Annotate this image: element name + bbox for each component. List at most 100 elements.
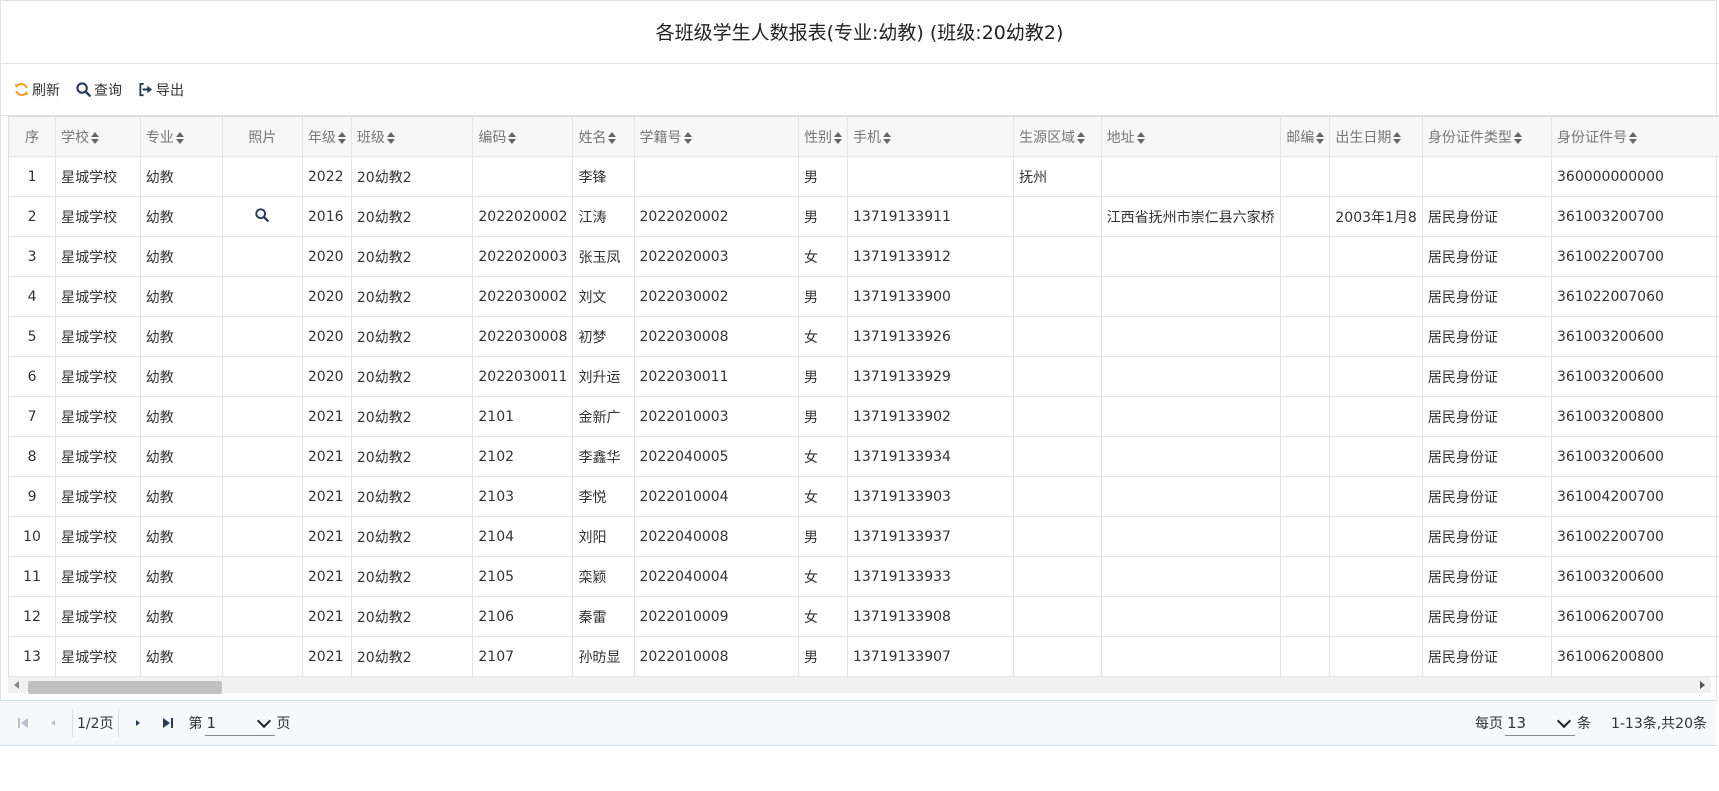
cell-major: 幼教 xyxy=(140,436,223,477)
cell-seq: 2 xyxy=(9,196,57,237)
cell-seq-text: 13 xyxy=(23,648,41,665)
cell-address xyxy=(1101,636,1282,677)
table-row[interactable]: 13 星城学校 幼教 2021 20幼教2 2107 孙昉显 2022010008 男 13719… xyxy=(9,636,1719,677)
cell-seq: 7 xyxy=(9,396,57,437)
cell-school: 星城学校 xyxy=(55,236,141,277)
cell-code: 2022020003 xyxy=(472,236,574,277)
col-header-id-type[interactable]: 身份证件类型 xyxy=(1422,116,1553,157)
page-size-select[interactable]: 13 xyxy=(1504,710,1575,736)
cell-gender: 男 xyxy=(798,636,848,677)
cell-phone: 13719133907 xyxy=(847,636,1015,677)
sort-icon[interactable] xyxy=(175,131,184,144)
cell-school: 星城学校 xyxy=(55,396,141,437)
sort-icon[interactable] xyxy=(386,131,395,144)
sort-icon[interactable] xyxy=(1629,131,1637,144)
col-header-grade[interactable]: 年级 xyxy=(302,116,352,157)
sort-icon[interactable] xyxy=(1077,131,1086,144)
table-row[interactable]: 4 星城学校 幼教 2020 20幼教2 2022030002 刘文 2022030002 男 1… xyxy=(9,276,1719,317)
record-summary: 1-13条,共20条 xyxy=(1610,716,1707,732)
sort-icon[interactable] xyxy=(608,131,617,144)
table-row[interactable]: 10 星城学校 幼教 2021 20幼教2 2104 刘阳 2022040008 男 137191… xyxy=(9,516,1719,557)
sort-icon[interactable] xyxy=(508,131,517,144)
cell-name: 李悦 xyxy=(572,476,635,517)
sort-icon[interactable] xyxy=(833,131,842,144)
refresh-button[interactable]: 刷新 xyxy=(14,80,60,100)
query-button[interactable]: 查询 xyxy=(76,80,122,100)
cell-birth-text: 2003年1月8 xyxy=(1335,209,1417,226)
col-header-major[interactable]: 专业 xyxy=(140,116,223,157)
sort-icon[interactable] xyxy=(337,131,346,144)
export-button[interactable]: 导出 xyxy=(138,80,184,100)
cell-seq: 3 xyxy=(9,236,57,277)
col-header-code[interactable]: 编码 xyxy=(472,116,574,157)
sort-icon[interactable] xyxy=(1513,131,1522,144)
cell-grade: 2020 xyxy=(302,276,352,317)
col-header-id-no[interactable]: 身份证件号 xyxy=(1551,116,1719,157)
col-header-birth[interactable]: 出生日期 xyxy=(1329,116,1423,157)
table-row[interactable]: 8 星城学校 幼教 2021 20幼教2 2102 李鑫华 2022040005 女 137191… xyxy=(9,436,1719,477)
cell-gender-text: 男 xyxy=(803,649,818,666)
sort-icon[interactable] xyxy=(1136,131,1145,144)
horizontal-scrollbar[interactable] xyxy=(8,677,1711,694)
cell-phone-text: 13719133933 xyxy=(852,568,951,585)
col-header-school[interactable]: 学校 xyxy=(55,116,141,157)
cell-zip xyxy=(1280,196,1331,237)
col-header-zip[interactable]: 邮编 xyxy=(1280,116,1331,157)
col-header-phone[interactable]: 手机 xyxy=(847,116,1015,157)
cell-name-text: 秦雷 xyxy=(578,609,607,626)
page-number-select[interactable]: 1 xyxy=(204,710,275,736)
col-header-student-id[interactable]: 学籍号 xyxy=(634,116,799,157)
cell-gender: 男 xyxy=(798,356,848,397)
cell-school: 星城学校 xyxy=(55,156,141,197)
cell-class-text: 20幼教2 xyxy=(356,609,412,626)
cell-zip xyxy=(1280,316,1331,357)
sort-icon[interactable] xyxy=(91,131,100,144)
sort-icon[interactable] xyxy=(882,131,891,144)
table-row[interactable]: 1 星城学校 幼教 2022 20幼教2 李锋 男 抚州 360000000000 xyxy=(9,156,1719,197)
table-row[interactable]: 9 星城学校 幼教 2021 20幼教2 2103 李悦 2022010004 女 1371913… xyxy=(9,476,1719,517)
cell-code-text: 2102 xyxy=(478,448,515,465)
table-row[interactable]: 7 星城学校 幼教 2021 20幼教2 2101 金新广 2022010003 男 137191… xyxy=(9,396,1719,437)
report-title: 各班级学生人数报表(专业:幼教) (班级:20幼教2) xyxy=(0,0,1719,64)
cell-grade: 2021 xyxy=(302,436,352,477)
cell-name-text: 栾颖 xyxy=(578,569,607,586)
table-row[interactable]: 12 星城学校 幼教 2021 20幼教2 2106 秦雷 2022010009 女 137191… xyxy=(9,596,1719,637)
cell-id-type-text: 居民身份证 xyxy=(1427,209,1498,226)
col-header-name[interactable]: 姓名 xyxy=(572,116,635,157)
cell-id-no: 361006200800 xyxy=(1551,636,1719,677)
table-row[interactable]: 11 星城学校 幼教 2021 20幼教2 2105 栾颖 2022040004 女 137191… xyxy=(9,556,1719,597)
table-row[interactable]: 6 星城学校 幼教 2020 20幼教2 2022030011 刘升运 2022030011 男… xyxy=(9,356,1719,397)
search-icon[interactable] xyxy=(255,207,270,222)
sort-icon[interactable] xyxy=(1316,131,1325,144)
last-page-button[interactable] xyxy=(153,708,183,738)
cell-school-text: 星城学校 xyxy=(61,489,118,506)
prev-page-button[interactable] xyxy=(38,708,68,738)
cell-id-no-text: 361003200600 xyxy=(1557,328,1664,345)
cell-id-type-text: 居民身份证 xyxy=(1427,569,1498,586)
scroll-right-icon[interactable] xyxy=(1700,681,1705,689)
col-header-region[interactable]: 生源区域 xyxy=(1013,116,1102,157)
sort-icon[interactable] xyxy=(683,131,692,144)
table-row[interactable]: 2 星城学校 幼教 2016 20幼教2 2022020002 江涛 2022020002 男 1… xyxy=(9,196,1719,237)
sort-icon[interactable] xyxy=(1393,131,1402,144)
cell-seq-text: 5 xyxy=(27,328,37,345)
cell-seq-text: 11 xyxy=(23,568,41,585)
cell-name: 李锋 xyxy=(572,156,635,197)
cell-gender-text: 女 xyxy=(803,609,818,626)
table-row[interactable]: 3 星城学校 幼教 2020 20幼教2 2022020003 张玉凤 2022020003 女… xyxy=(9,236,1719,277)
cell-major-text: 幼教 xyxy=(145,209,174,226)
table-row[interactable]: 5 星城学校 幼教 2020 20幼教2 2022030008 初梦 2022030008 女 1… xyxy=(9,316,1719,357)
cell-gender-text: 男 xyxy=(803,169,818,186)
cell-region xyxy=(1013,356,1102,397)
first-page-button[interactable] xyxy=(8,708,38,738)
cell-phone-text: 13719133903 xyxy=(852,488,951,505)
cell-class-text: 20幼教2 xyxy=(356,289,412,306)
next-page-button[interactable] xyxy=(123,708,153,738)
scroll-left-icon[interactable] xyxy=(14,681,19,689)
col-header-class[interactable]: 班级 xyxy=(351,116,474,157)
cell-school-text: 星城学校 xyxy=(61,449,118,466)
col-header-address[interactable]: 地址 xyxy=(1101,116,1282,157)
cell-code: 2106 xyxy=(472,596,574,637)
col-header-gender[interactable]: 性别 xyxy=(798,116,848,157)
scrollbar-thumb[interactable] xyxy=(28,681,222,694)
